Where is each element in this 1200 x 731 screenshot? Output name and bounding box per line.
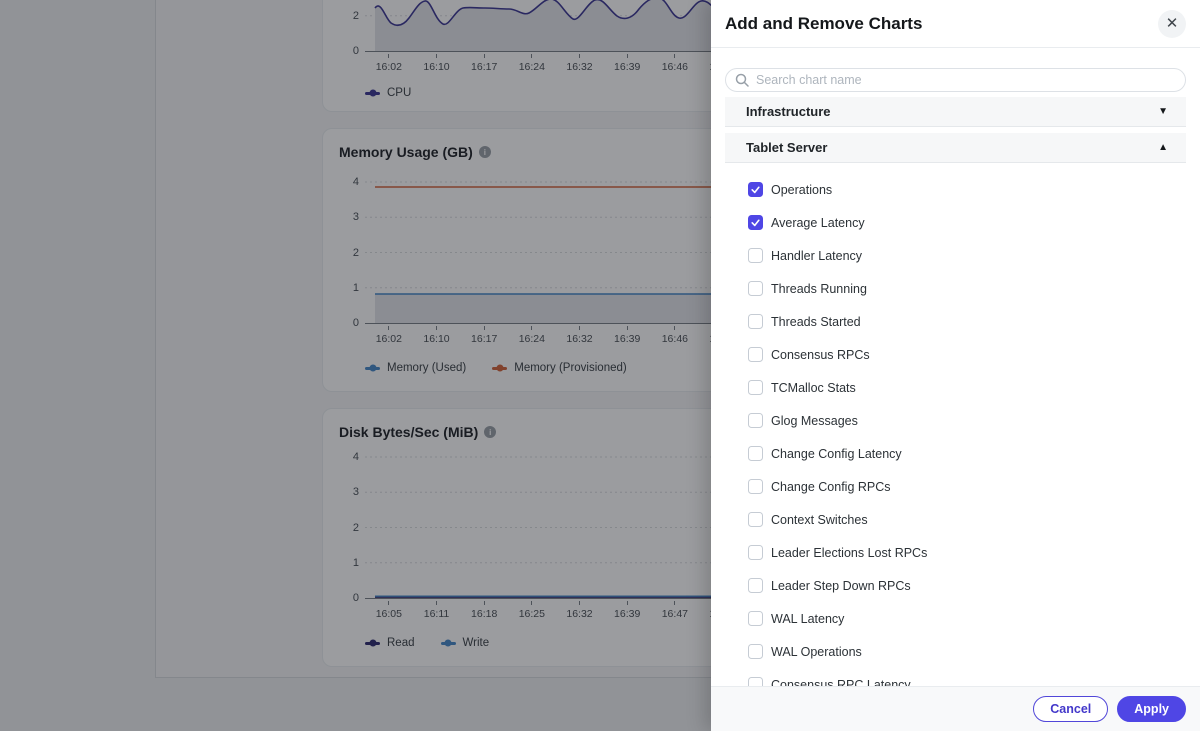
chart-checkbox-row[interactable]: Consensus RPCs: [711, 338, 1200, 371]
chart-checkbox-row[interactable]: WAL Latency: [711, 602, 1200, 635]
section-label: Tablet Server: [746, 140, 828, 155]
checkbox[interactable]: [748, 446, 763, 461]
modal-header: Add and Remove Charts ✕: [711, 0, 1200, 48]
checkbox[interactable]: [748, 215, 763, 230]
checkbox-label: Leader Step Down RPCs: [771, 578, 911, 593]
add-remove-charts-modal: Add and Remove Charts ✕ Infrastructure ▼…: [711, 0, 1200, 731]
checkmark-icon: [751, 186, 760, 194]
checkbox[interactable]: [748, 314, 763, 329]
checkbox-label: Context Switches: [771, 512, 868, 527]
chart-checkbox-row[interactable]: Change Config RPCs: [711, 470, 1200, 503]
checkbox-label: Consensus RPCs: [771, 347, 870, 362]
chevron-down-icon: ▼: [1158, 106, 1168, 117]
chart-checkbox-row[interactable]: Handler Latency: [711, 239, 1200, 272]
chart-checkbox-row[interactable]: Threads Started: [711, 305, 1200, 338]
search-input[interactable]: [725, 68, 1186, 92]
checkbox-label: Change Config RPCs: [771, 479, 891, 494]
checkbox[interactable]: [748, 248, 763, 263]
modal-footer: Cancel Apply: [711, 686, 1200, 731]
checkbox[interactable]: [748, 545, 763, 560]
close-icon: ✕: [1165, 15, 1179, 32]
checkbox-label: WAL Operations: [771, 644, 862, 659]
section-header-infrastructure[interactable]: Infrastructure ▼: [725, 97, 1186, 127]
checkbox-label: Glog Messages: [771, 413, 858, 428]
chart-checkbox-row[interactable]: Glog Messages: [711, 404, 1200, 437]
chart-category-list: Infrastructure ▼ Tablet Server ▲ Operati…: [711, 97, 1200, 731]
chart-checkbox-row[interactable]: Context Switches: [711, 503, 1200, 536]
checkbox-label: Threads Started: [771, 314, 861, 329]
chart-checkbox-row[interactable]: Threads Running: [711, 272, 1200, 305]
cancel-button[interactable]: Cancel: [1033, 696, 1109, 722]
checkbox[interactable]: [748, 644, 763, 659]
checkbox-label: TCMalloc Stats: [771, 380, 856, 395]
checkbox-label: Operations: [771, 182, 833, 197]
checkbox[interactable]: [748, 182, 763, 197]
checkbox[interactable]: [748, 413, 763, 428]
chart-checkbox-row[interactable]: Leader Elections Lost RPCs: [711, 536, 1200, 569]
checkmark-icon: [751, 219, 760, 227]
chart-checkbox-row[interactable]: Operations: [711, 173, 1200, 206]
close-button[interactable]: ✕: [1158, 9, 1186, 38]
checkbox[interactable]: [748, 611, 763, 626]
checkbox[interactable]: [748, 578, 763, 593]
checkbox[interactable]: [748, 380, 763, 395]
search-icon: [735, 73, 749, 87]
chart-checkbox-row[interactable]: Change Config Latency: [711, 437, 1200, 470]
apply-button[interactable]: Apply: [1117, 696, 1186, 722]
chart-checkbox-list: Operations Average Latency Handler Laten…: [711, 173, 1200, 701]
chart-checkbox-row[interactable]: TCMalloc Stats: [711, 371, 1200, 404]
chart-checkbox-row[interactable]: Average Latency: [711, 206, 1200, 239]
checkbox[interactable]: [748, 512, 763, 527]
checkbox[interactable]: [748, 347, 763, 362]
checkbox[interactable]: [748, 281, 763, 296]
checkbox-label: Threads Running: [771, 281, 867, 296]
chevron-up-icon: ▲: [1158, 142, 1168, 153]
checkbox-label: Change Config Latency: [771, 446, 902, 461]
section-label: Infrastructure: [746, 104, 831, 119]
search-field-wrap: [725, 68, 1186, 92]
checkbox-label: Average Latency: [771, 215, 865, 230]
modal-title: Add and Remove Charts: [725, 13, 923, 33]
checkbox[interactable]: [748, 479, 763, 494]
section-header-tablet-server[interactable]: Tablet Server ▲: [725, 133, 1186, 163]
checkbox-label: WAL Latency: [771, 611, 845, 626]
chart-checkbox-row[interactable]: Leader Step Down RPCs: [711, 569, 1200, 602]
checkbox-label: Handler Latency: [771, 248, 863, 263]
checkbox-label: Leader Elections Lost RPCs: [771, 545, 928, 560]
chart-checkbox-row[interactable]: WAL Operations: [711, 635, 1200, 668]
